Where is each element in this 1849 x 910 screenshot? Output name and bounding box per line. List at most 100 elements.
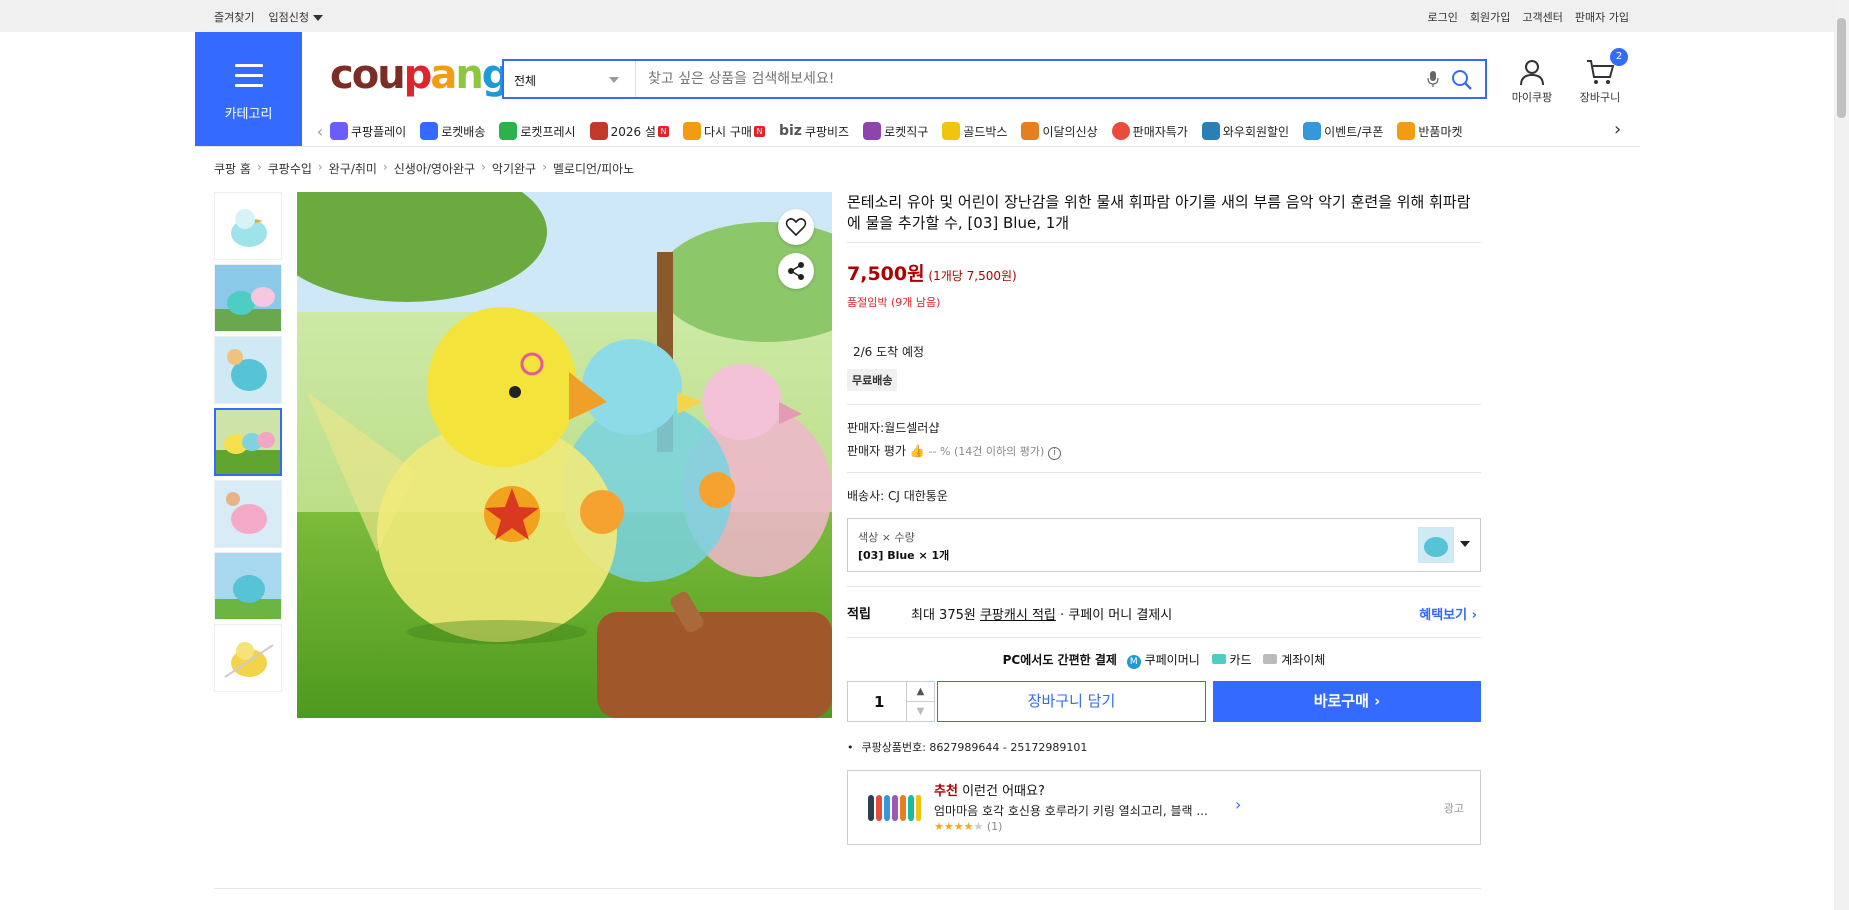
breadcrumb-item[interactable]: 완구/취미 xyxy=(329,160,377,177)
search-icon[interactable] xyxy=(1451,69,1473,91)
caret-down-icon xyxy=(312,15,323,21)
nav-item[interactable]: 와우회원할인 xyxy=(1201,122,1290,140)
goldbox-icon xyxy=(942,122,961,140)
nav-item[interactable]: 2026 설N xyxy=(589,122,669,140)
thumbnail-selected[interactable] xyxy=(214,408,282,476)
seller-name[interactable]: 판매자:월드셀러샵 xyxy=(847,419,1481,436)
support-link[interactable]: 고객센터 xyxy=(1522,9,1562,25)
breadcrumb-item[interactable]: 신생아/영아완구 xyxy=(394,160,475,177)
page-scrollbar[interactable] xyxy=(1834,0,1849,910)
recommendation-card[interactable]: 추천 이런건 어때요? 엄마마음 호각 호신용 호루라기 키링 열쇠고리, 블랙… xyxy=(847,770,1481,845)
nav-item-label: 이벤트/쿠폰 xyxy=(1324,124,1384,139)
nav-item[interactable]: 다시 구매 N xyxy=(682,122,765,140)
breadcrumb-item[interactable]: 멜로디언/피아노 xyxy=(553,160,634,177)
mycoupang-label: 마이쿠팡 xyxy=(1511,91,1553,104)
chevron-right-icon[interactable]: › xyxy=(1235,795,1241,814)
thumbnail[interactable] xyxy=(214,192,282,260)
card-icon xyxy=(1211,654,1226,664)
thumbnail[interactable] xyxy=(214,264,282,332)
nav-item[interactable]: 쿠팡플레이 xyxy=(330,122,406,140)
nav-item[interactable]: 이달의신상 xyxy=(1021,122,1098,140)
scrollbar-thumb[interactable] xyxy=(1837,18,1846,118)
user-icon xyxy=(1520,60,1544,86)
nav-item[interactable]: biz 쿠팡비즈 xyxy=(779,123,849,140)
nav-item[interactable]: 골드박스 xyxy=(942,122,1007,140)
search-bar: 전체 xyxy=(502,59,1487,99)
nav-item[interactable]: 로켓배송 xyxy=(420,122,485,140)
biz-icon: biz xyxy=(778,123,802,139)
thumbnail[interactable] xyxy=(214,552,282,620)
chevron-down-icon xyxy=(1460,541,1470,547)
wishlist-button[interactable] xyxy=(778,209,814,245)
breadcrumb-item[interactable]: 쿠팡 홈 xyxy=(214,160,251,177)
thumbnail[interactable] xyxy=(214,336,282,404)
coupon-icon xyxy=(1303,122,1322,140)
nav-item[interactable]: 로켓직구 xyxy=(863,122,928,140)
signup-link[interactable]: 회원가입 xyxy=(1470,9,1510,25)
search-input[interactable] xyxy=(644,61,1414,97)
mycoupang-button[interactable]: 마이쿠팡 xyxy=(1507,58,1557,105)
cart-button[interactable]: 장바구니 2 xyxy=(1575,48,1628,105)
nav-item-label: 로켓프레시 xyxy=(520,124,576,139)
breadcrumb-item[interactable]: 악기완구 xyxy=(492,160,536,177)
coupang-logo[interactable]: coupang xyxy=(330,52,510,98)
nav-item-label: 쿠팡플레이 xyxy=(351,124,407,139)
price: 7,500원 xyxy=(847,263,925,285)
nav-item-label: 와우회원할인 xyxy=(1222,124,1290,139)
quantity-up-icon[interactable]: ▲ xyxy=(906,682,934,702)
nav-prev-icon[interactable]: ‹ xyxy=(310,122,330,141)
nav-item-label: 판매자특가 xyxy=(1132,124,1188,139)
divider xyxy=(847,637,1481,638)
login-link[interactable]: 로그인 xyxy=(1428,9,1458,25)
divider xyxy=(847,242,1481,243)
nav-item-label: 골드박스 xyxy=(963,124,1008,139)
quantity-value[interactable]: 1 xyxy=(874,693,884,711)
logo-part: n xyxy=(455,52,484,98)
heart-icon xyxy=(785,218,807,237)
nav-item-label: 로켓직구 xyxy=(884,124,929,139)
add-to-cart-button[interactable]: 장바구니 담기 xyxy=(937,681,1206,722)
nav-item[interactable]: 이벤트/쿠폰 xyxy=(1303,122,1383,140)
favorites-link[interactable]: 즐겨찾기 xyxy=(214,9,254,25)
microphone-icon[interactable] xyxy=(1427,70,1439,88)
thumbnail[interactable] xyxy=(214,480,282,548)
header-divider xyxy=(195,146,1640,147)
option-selector[interactable]: 색상 × 수량 [03] Blue × 1개 xyxy=(847,518,1481,572)
seller-signup-link[interactable]: 판매자 가입 xyxy=(1575,9,1629,25)
thumbnail[interactable] xyxy=(214,624,282,692)
breadcrumb: 쿠팡 홈 › 쿠팡수입 › 완구/취미 › 신생아/영아완구 › 악기완구 › 멜로디언/… xyxy=(214,160,634,177)
nav-item[interactable]: 로켓프레시 xyxy=(499,122,576,140)
info-icon[interactable]: i xyxy=(1048,447,1062,460)
reward-label: 적립 xyxy=(847,607,871,622)
option-label: 색상 × 수량 xyxy=(858,531,915,544)
entry-link[interactable]: 입점신청 xyxy=(268,9,323,25)
breadcrumb-item[interactable]: 쿠팡수입 xyxy=(268,160,312,177)
option-thumbnail xyxy=(1418,527,1454,563)
logo-part: a xyxy=(430,52,457,98)
thumbnail-list xyxy=(214,192,282,696)
reward-row: 적립 최대 375원 쿠팡캐시 적립 · 쿠페이 머니 결제시 혜택보기 › xyxy=(847,587,1481,637)
coupang-cash-link[interactable]: 쿠팡캐시 적립 xyxy=(980,608,1056,623)
share-button[interactable] xyxy=(778,253,814,289)
nav-item-label: 다시 구매 xyxy=(703,124,752,139)
seller-rating: 판매자 평가 👍 -- % (14건 이하의 평가) i xyxy=(847,442,1481,460)
search-scope-select[interactable]: 전체 xyxy=(504,61,636,97)
category-menu-button[interactable]: 카테고리 xyxy=(195,32,302,147)
nav-item-label: 쿠팡비즈 xyxy=(804,124,850,139)
rocket-icon xyxy=(420,122,439,140)
nav-next-icon[interactable]: › xyxy=(1614,119,1621,140)
buy-now-button[interactable]: 바로구매 › xyxy=(1213,681,1481,722)
nav-item[interactable]: 반품마켓 xyxy=(1397,122,1463,140)
quantity-down-icon[interactable]: ▼ xyxy=(906,702,934,721)
chevron-right-icon: › xyxy=(382,160,388,174)
rocket-fresh-icon xyxy=(499,122,518,140)
product-info: 몬테소리 유아 및 어린이 장난감을 위한 물새 휘파람 아기를 새의 부름 음… xyxy=(847,192,1481,669)
product-main-image[interactable] xyxy=(297,192,832,718)
recommendation-title: 이런건 어때요? xyxy=(962,784,1045,799)
star-rating-icon: ★★★★ xyxy=(934,820,974,833)
nav-item[interactable]: 판매자특가 xyxy=(1111,122,1188,140)
benefit-link[interactable]: 혜택보기 › xyxy=(1419,604,1477,623)
search-scope-value: 전체 xyxy=(514,74,537,88)
reward-amount: 최대 375원 xyxy=(911,608,976,623)
payment-method: 계좌이체 xyxy=(1281,653,1326,667)
